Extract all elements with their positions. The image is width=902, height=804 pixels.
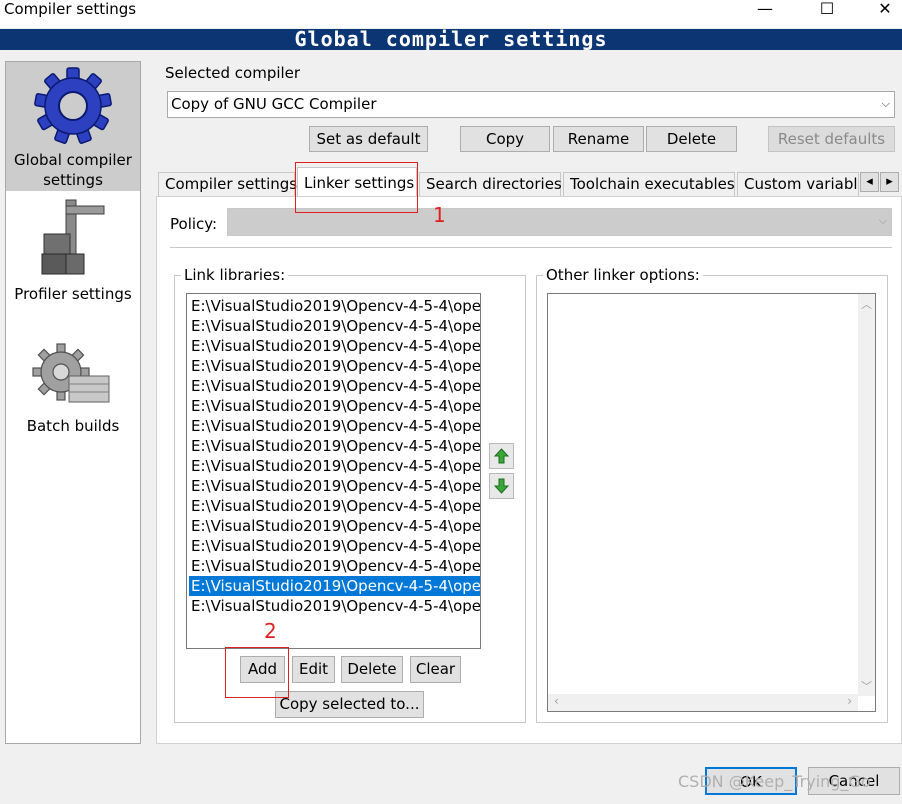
annotation-box-add-button (225, 647, 289, 698)
list-item[interactable]: E:\VisualStudio2019\Opencv-4-5-4\open (189, 336, 480, 356)
list-item[interactable]: E:\VisualStudio2019\Opencv-4-5-4\open (189, 596, 480, 616)
tab-search-directories[interactable]: Search directories (419, 172, 562, 196)
selected-compiler-label: Selected compiler (165, 64, 301, 82)
chevron-down-icon: ⌵ (881, 97, 890, 110)
tab-scroll-right-button[interactable]: ▸ (880, 172, 899, 192)
scroll-right-icon: › (847, 694, 852, 708)
close-icon: ✕ (878, 0, 892, 18)
compiler-select-value: Copy of GNU GCC Compiler (171, 95, 377, 113)
tab-custom-variable[interactable]: Custom variable (737, 172, 859, 196)
minimize-button[interactable]: — (742, 0, 788, 18)
horizontal-scrollbar[interactable]: ‹ › (548, 694, 858, 711)
move-down-button[interactable] (489, 473, 514, 499)
list-item[interactable]: E:\VisualStudio2019\Opencv-4-5-4\open (189, 496, 480, 516)
link-libraries-title: Link libraries: (181, 266, 289, 284)
copy-selected-to-button[interactable]: Copy selected to... (275, 691, 424, 718)
minimize-icon: — (757, 0, 773, 18)
delete-compiler-button[interactable]: Delete (646, 126, 737, 152)
list-item[interactable]: E:\VisualStudio2019\Opencv-4-5-4\open (189, 536, 480, 556)
move-up-button[interactable] (489, 443, 514, 469)
clear-libraries-button[interactable]: Clear (410, 656, 461, 683)
scroll-down-icon: ﹀ (861, 680, 872, 693)
chevron-down-icon: ⌵ (878, 214, 887, 227)
nav-item-profiler[interactable]: Profiler settings (6, 196, 140, 306)
divider (170, 247, 892, 248)
up-arrow-icon (493, 448, 510, 464)
caliper-icon (41, 199, 105, 275)
set-as-default-button[interactable]: Set as default (309, 126, 428, 152)
link-libraries-list[interactable]: E:\VisualStudio2019\Opencv-4-5-4\open E:… (186, 293, 481, 649)
annotation-box-linker-tab (295, 162, 418, 213)
tab-compiler-settings[interactable]: Compiler settings (158, 172, 297, 196)
other-linker-options-textarea[interactable]: ︿ ﹀ ‹ › (547, 293, 876, 712)
close-button[interactable]: ✕ (862, 0, 902, 18)
scroll-up-icon: ︿ (861, 298, 872, 311)
settings-banner: Global compiler settings (0, 29, 902, 50)
nav-item-label: Global compiler settings (14, 151, 132, 189)
list-item[interactable]: E:\VisualStudio2019\Opencv-4-5-4\open (189, 456, 480, 476)
rename-button[interactable]: Rename (553, 126, 644, 152)
list-item[interactable]: E:\VisualStudio2019\Opencv-4-5-4\open (189, 556, 480, 576)
list-item[interactable]: E:\VisualStudio2019\Opencv-4-5-4\open (189, 316, 480, 336)
window-titlebar: Compiler settings — ☐ ✕ (0, 0, 902, 28)
policy-label: Policy: (170, 215, 218, 233)
vertical-scrollbar[interactable]: ︿ ﹀ (858, 294, 875, 696)
list-item[interactable]: E:\VisualStudio2019\Opencv-4-5-4\open (189, 436, 480, 456)
list-item[interactable]: E:\VisualStudio2019\Opencv-4-5-4\open (189, 416, 480, 436)
list-item[interactable]: E:\VisualStudio2019\Opencv-4-5-4\open (189, 516, 480, 536)
maximize-icon: ☐ (819, 0, 835, 18)
annotation-marker-1: 1 (433, 203, 446, 227)
nav-item-label: Profiler settings (14, 285, 132, 303)
maximize-button[interactable]: ☐ (804, 0, 850, 18)
annotation-marker-2: 2 (264, 619, 277, 643)
window-title: Compiler settings (4, 0, 137, 18)
nav-item-global-compiler[interactable]: Global compiler settings (6, 62, 140, 191)
nav-item-label: Batch builds (26, 417, 120, 435)
scroll-left-icon: ‹ (554, 694, 559, 708)
watermark-text: CSDN @Keep_Trying_Go (678, 772, 871, 791)
tab-scroll-left-button[interactable]: ◂ (860, 172, 879, 192)
list-item[interactable]: E:\VisualStudio2019\Opencv-4-5-4\open (189, 356, 480, 376)
compiler-select[interactable]: Copy of GNU GCC Compiler ⌵ (167, 91, 895, 118)
list-item[interactable]: E:\VisualStudio2019\Opencv-4-5-4\open (189, 396, 480, 416)
list-item-selected[interactable]: E:\VisualStudio2019\Opencv-4-5-4\open (189, 576, 480, 596)
nav-item-batch-builds[interactable]: Batch builds (6, 342, 140, 442)
settings-nav: Global compiler settings Profiler settin… (5, 61, 141, 744)
copy-button[interactable]: Copy (460, 126, 550, 152)
list-item[interactable]: E:\VisualStudio2019\Opencv-4-5-4\open (189, 296, 480, 316)
gear-icon (34, 67, 112, 144)
other-linker-options-title: Other linker options: (543, 266, 703, 284)
reset-defaults-button[interactable]: Reset defaults (768, 126, 895, 152)
tab-toolchain-executables[interactable]: Toolchain executables (563, 172, 735, 196)
list-item[interactable]: E:\VisualStudio2019\Opencv-4-5-4\open (189, 476, 480, 496)
delete-library-button[interactable]: Delete (341, 656, 403, 683)
batch-gear-icon (32, 343, 110, 403)
down-arrow-icon (493, 478, 510, 494)
edit-library-button[interactable]: Edit (292, 656, 335, 683)
list-item[interactable]: E:\VisualStudio2019\Opencv-4-5-4\open (189, 376, 480, 396)
